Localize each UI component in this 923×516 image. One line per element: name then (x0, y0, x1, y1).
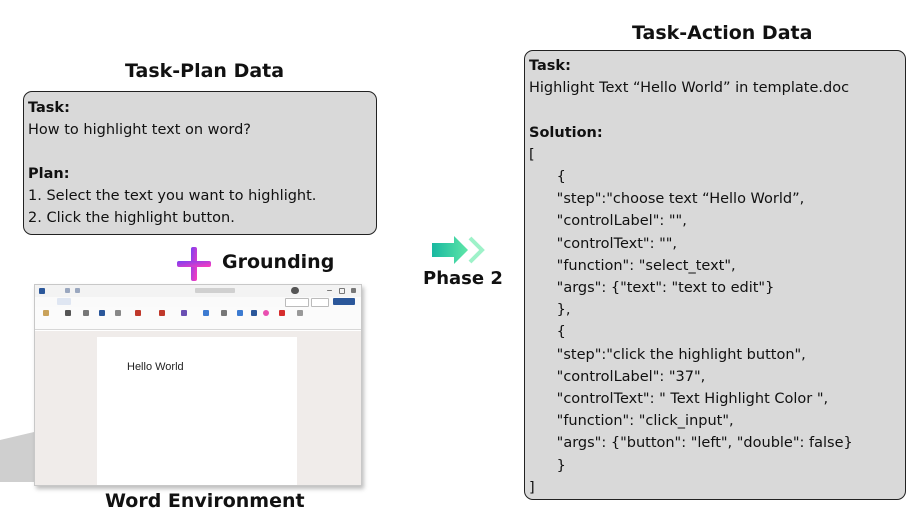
double-chevron-arrow-icon (432, 236, 485, 264)
editing-button-icon (311, 298, 329, 307)
solution-line: "function": "click_input", (529, 413, 734, 430)
task-action-box: Task: Highlight Text “Hello World” in te… (524, 50, 906, 500)
solution-line: "controlText": "", (529, 235, 678, 252)
solution-line: [ (529, 146, 535, 163)
tab-home-indicator (57, 298, 71, 305)
request-signatures-icon (181, 310, 187, 316)
plan-step: 2. Click the highlight button. (28, 210, 235, 226)
sensitivity-icon (221, 310, 227, 316)
editor-icon (251, 310, 257, 316)
create-share-pdf-icon (159, 310, 165, 316)
undo-icon (75, 288, 80, 293)
find-icon (115, 310, 121, 316)
task-plan-box: Task: How to highlight text on word? Pla… (23, 91, 377, 235)
solution-line: "function": "select_text", (529, 257, 736, 274)
solution-line: { (529, 324, 566, 341)
task-plan-title: Task-Plan Data (125, 60, 285, 82)
solution-code: [ { "step":"choose text “Hello World”, "… (529, 144, 901, 499)
font-icon (65, 310, 71, 316)
add-ins-icon (237, 310, 243, 316)
paste-icon (43, 310, 49, 316)
search-icon (195, 288, 235, 293)
grounding-label: Grounding (222, 251, 335, 273)
word-titlebar (35, 285, 361, 297)
solution-line: "step":"click the highlight button", (529, 346, 806, 363)
paragraph-icon (83, 310, 89, 316)
plus-icon (177, 247, 211, 281)
task-plan-task-text: How to highlight text on word? (28, 122, 252, 138)
word-logo-icon (39, 288, 45, 294)
plan-step: 1. Select the text you want to highlight… (28, 188, 317, 204)
solution-line: "args": {"text": "text to edit"} (529, 280, 775, 297)
share-button-icon (333, 298, 355, 305)
pdf-icon (297, 310, 303, 316)
word-glm-icon (279, 310, 285, 316)
solution-line: ] (529, 479, 535, 496)
task-plan-plan-label: Plan: (28, 166, 70, 182)
solution-line: { (529, 169, 566, 186)
styles-icon (99, 310, 105, 316)
document-text[interactable]: Hello World (127, 361, 184, 373)
close-icon (351, 288, 356, 293)
solution-line: } (529, 457, 566, 474)
task-plan-task-label: Task: (28, 100, 70, 116)
task-action-title: Task-Action Data (632, 22, 813, 44)
avatar (291, 287, 299, 294)
shapes-icon (203, 310, 209, 316)
phase-label: Phase 2 (423, 268, 503, 289)
comments-button-icon (285, 298, 309, 307)
solution-line: "step":"choose text “Hello World”, (529, 191, 805, 208)
word-menubar (35, 297, 361, 307)
solution-line: "controlLabel": "37", (529, 368, 706, 385)
word-env-caption: Word Environment (105, 490, 305, 512)
save-icon (65, 288, 70, 293)
word-window: Hello World (34, 284, 362, 486)
solution-line: "args": {"button": "left", "double": fal… (529, 435, 853, 452)
solution-line: "controlText": " Text Highlight Color ", (529, 391, 829, 408)
create-pdf-icon (135, 310, 141, 316)
task-action-task-label: Task: (529, 58, 571, 74)
maximize-icon (339, 288, 345, 294)
solution-line: "controlLabel": "", (529, 213, 687, 230)
word-page[interactable] (97, 337, 297, 485)
copilot-icon (263, 310, 269, 316)
task-action-task-text: Highlight Text “Hello World” in template… (529, 80, 850, 97)
word-ribbon (35, 307, 361, 330)
task-action-solution-label: Solution: (529, 124, 603, 141)
minimize-icon (327, 290, 332, 291)
solution-line: }, (529, 302, 571, 319)
